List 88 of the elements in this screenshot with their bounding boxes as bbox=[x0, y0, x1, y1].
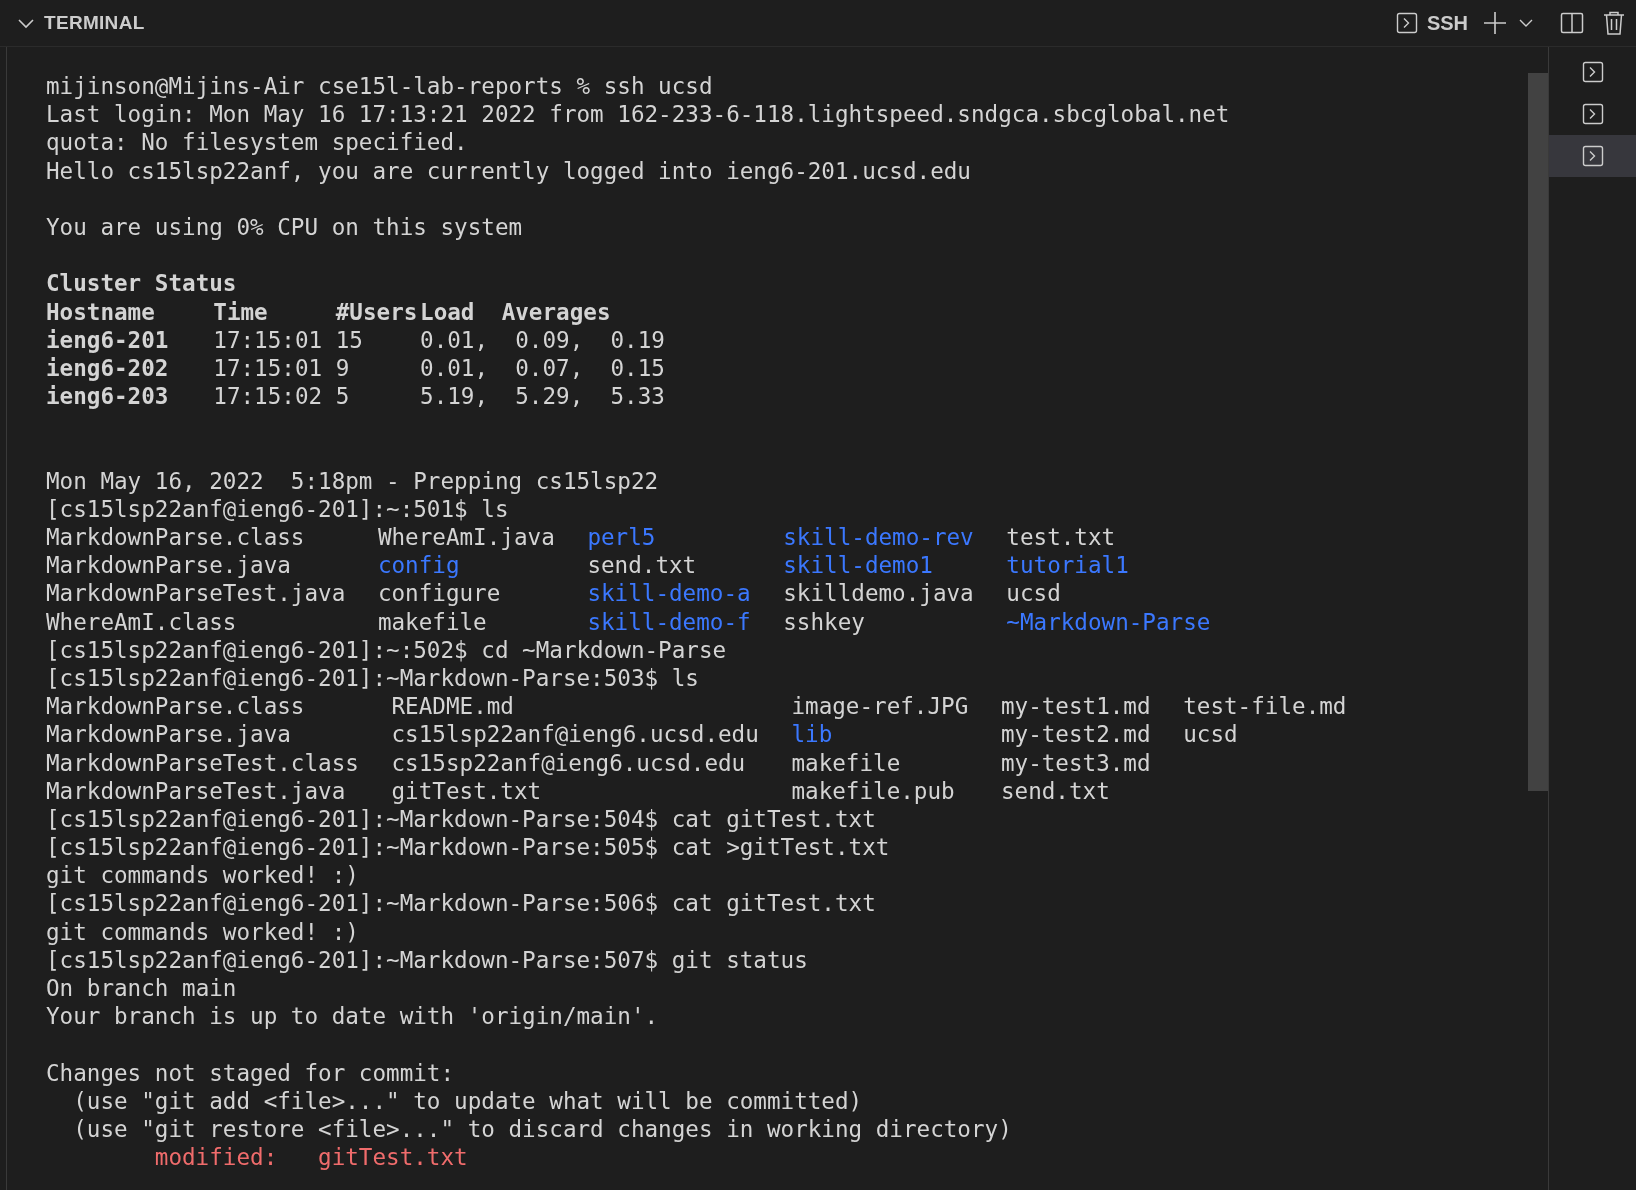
directory-name: perl5 bbox=[587, 523, 657, 552]
file-name: my-test1.md bbox=[1000, 692, 1151, 721]
directory-name: skill-demo-f bbox=[587, 607, 751, 636]
terminal-line: mijinson@Mijins-Air cse15l-lab-reports % ssh ucsd bbox=[46, 72, 714, 101]
file-name: ucsd bbox=[1183, 720, 1239, 749]
terminal-line: [cs15lsp22anf@ieng6-201]:~Markdown-Parse:503$ ls bbox=[46, 663, 700, 693]
terminal-line: [cs15lsp22anf@ieng6-201]:~Markdown-Parse:504$ cat gitTest.txt bbox=[46, 804, 877, 834]
file-name: MarkdownParseTest.class bbox=[46, 748, 359, 777]
directory-name: lib bbox=[791, 720, 834, 749]
terminal-line: git commands worked! :) bbox=[46, 861, 360, 890]
table-cell-text: 17:15:02 bbox=[213, 382, 324, 411]
terminal-line: [cs15lsp22anf@ieng6-201]:~:501$ ls bbox=[46, 494, 510, 523]
file-name: WhereAmI.java bbox=[377, 523, 555, 552]
column-header: Hostname bbox=[46, 297, 156, 326]
table-cell-text: 17:15:01 bbox=[213, 353, 324, 383]
table-cell-text: 5 bbox=[335, 382, 351, 411]
table-cell-text: ieng6-201 bbox=[46, 325, 170, 354]
file-name: gitTest.txt bbox=[391, 776, 543, 805]
file-name: MarkdownParse.java bbox=[46, 551, 292, 580]
directory-name: skill-demo-a bbox=[587, 579, 751, 608]
terminal-line: Hello cs15lsp22anf, you are currently logged into ieng6-201.ucsd.edu bbox=[46, 156, 972, 185]
file-name: test.txt bbox=[1006, 523, 1117, 552]
table-cell-text: 17:15:01 bbox=[213, 325, 324, 354]
column-header: Time bbox=[213, 297, 269, 326]
table-cell-text: 15 bbox=[335, 325, 364, 354]
table-cell: 5.19, 5.29, 5.33 bbox=[420, 382, 665, 411]
table-cell-text: 9 bbox=[335, 353, 351, 383]
file-name: ucsd bbox=[1006, 579, 1062, 608]
file-name: cs15lsp22anf@ieng6.ucsd.edu bbox=[391, 720, 759, 749]
terminal-tab[interactable] bbox=[1549, 135, 1636, 177]
directory-name: skill-demo-rev bbox=[783, 523, 974, 552]
file-name: gitTest.txt bbox=[318, 1143, 468, 1172]
terminal-icon bbox=[1580, 102, 1605, 126]
terminal-line: Mon May 16, 2022 5:18pm - Prepping cs15lsp22 bbox=[46, 466, 660, 495]
file-name: MarkdownParse.class bbox=[46, 523, 306, 552]
table-cell-text: ieng6-203 bbox=[46, 382, 170, 411]
terminal-line: quota: No filesystem specified. bbox=[46, 128, 469, 157]
scrollbar-thumb[interactable] bbox=[1528, 73, 1548, 791]
terminal-line: [cs15lsp22anf@ieng6-201]:~Markdown-Parse:507$ git status bbox=[46, 945, 809, 974]
file-name: test-file.md bbox=[1183, 692, 1347, 721]
terminal-line: [cs15lsp22anf@ieng6-201]:~Markdown-Parse:506$ cat gitTest.txt bbox=[46, 889, 877, 918]
file-name: WhereAmI.class bbox=[46, 607, 238, 636]
terminal-icon bbox=[1394, 11, 1419, 35]
terminal-heading: Cluster Status bbox=[46, 269, 238, 298]
terminal-profile-button[interactable]: SSH bbox=[1390, 9, 1472, 37]
terminal-line: [cs15lsp22anf@ieng6-201]:~:502$ cd ~Markdown-Parse bbox=[46, 635, 728, 664]
file-name: MarkdownParse.java bbox=[46, 720, 292, 749]
directory-name: config bbox=[377, 551, 461, 580]
file-name: send.txt bbox=[587, 551, 698, 580]
directory-name: ~Markdown-Parse bbox=[1006, 607, 1211, 636]
table-cell: 0.01, 0.09, 0.19 bbox=[420, 325, 665, 354]
terminal-line: [cs15lsp22anf@ieng6-201]:~Markdown-Parse:505$ cat >gitTest.txt bbox=[46, 833, 891, 862]
file-name: send.txt bbox=[1000, 776, 1111, 805]
add-icon[interactable] bbox=[1482, 10, 1508, 36]
file-name: my-test2.md bbox=[1000, 720, 1151, 749]
file-name: configure bbox=[377, 579, 502, 608]
directory-name: tutorial1 bbox=[1006, 551, 1130, 580]
file-name: image-ref.JPG bbox=[791, 692, 969, 721]
terminal-line: (use "git add <file>..." to update what will be committed) bbox=[72, 1086, 864, 1115]
terminal-line: On branch main bbox=[46, 974, 238, 1003]
terminal-line: git commands worked! :) bbox=[46, 917, 360, 946]
split-icon[interactable] bbox=[1560, 11, 1584, 35]
file-name: sshkey bbox=[783, 607, 866, 636]
column-header: Load Averages bbox=[420, 297, 612, 326]
file-name: makefile bbox=[377, 607, 488, 636]
terminal-line: Last login: Mon May 16 17:13:21 2022 from 162-233-6-118.lightspeed.sndgca.sbcglobal.net bbox=[46, 100, 1231, 129]
status-label: modified: bbox=[154, 1143, 278, 1172]
file-name: MarkdownParseTest.java bbox=[46, 776, 347, 805]
directory-name: skill-demo1 bbox=[783, 551, 934, 580]
file-name: makefile.pub bbox=[791, 776, 956, 805]
file-name: cs15sp22anf@ieng6.ucsd.edu bbox=[391, 748, 747, 777]
terminal-icon bbox=[1580, 60, 1605, 84]
file-name: skilldemo.java bbox=[783, 579, 974, 608]
table-cell: 0.01, 0.07, 0.15 bbox=[420, 353, 665, 383]
column-header: #Users bbox=[335, 297, 419, 326]
file-name: MarkdownParse.class bbox=[46, 692, 306, 721]
file-name: makefile bbox=[791, 748, 902, 777]
table-cell-text: ieng6-202 bbox=[46, 353, 170, 383]
trash-icon[interactable] bbox=[1602, 10, 1626, 36]
terminal-line: (use "git restore <file>..." to discard changes in working directory) bbox=[72, 1114, 1013, 1144]
file-name: MarkdownParseTest.java bbox=[46, 579, 346, 608]
terminal-line: Changes not staged for commit: bbox=[46, 1058, 456, 1087]
terminal-line: Your branch is up to date with 'origin/main'. bbox=[46, 1002, 660, 1031]
terminal-icon bbox=[1580, 144, 1605, 168]
file-name: README.md bbox=[391, 692, 515, 721]
file-name: my-test3.md bbox=[1000, 748, 1151, 777]
panel-title: TERMINAL bbox=[44, 12, 145, 34]
terminal-line: You are using 0% CPU on this system bbox=[46, 212, 524, 242]
